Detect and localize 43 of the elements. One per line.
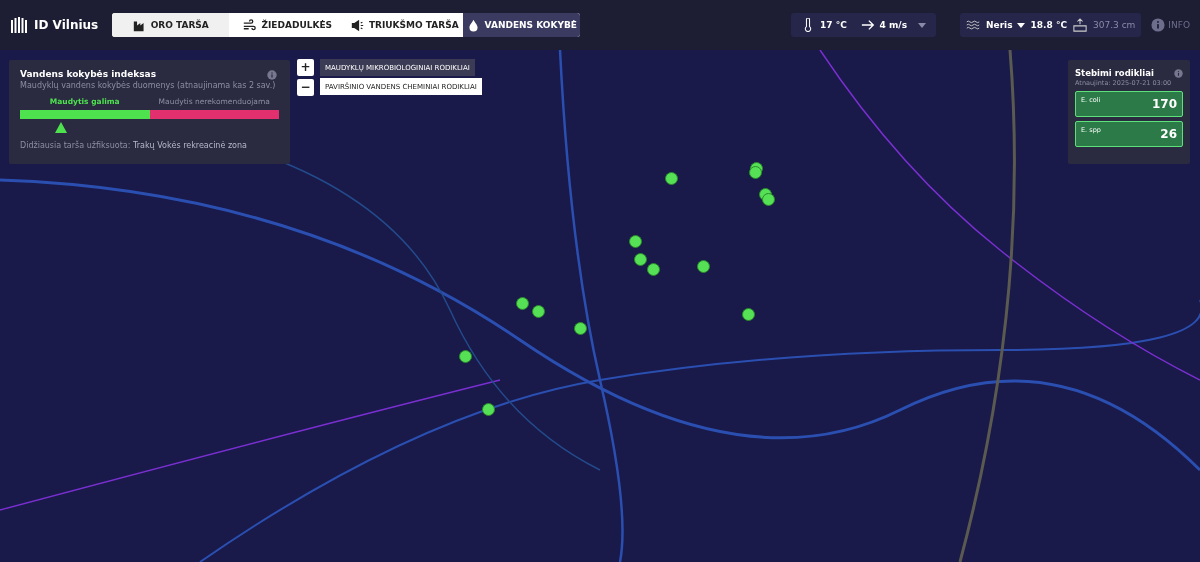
map-marker[interactable] [459,350,472,363]
indicator-value: 170 [1151,97,1177,111]
worst-pollution-text: Didžiausia tarša užfiksuota: Trakų Vokės rekreacinė zona [20,141,248,150]
category-tab[interactable]: ORO TARŠA [112,13,230,37]
info-icon [1151,18,1166,32]
panel-subtitle: Maudyklų vandens kokybės duomenys (atnaujinama kas 2 sav.) [20,81,277,90]
map-marker[interactable] [742,308,755,321]
river-dropdown[interactable]: Neris [986,20,1025,30]
wind-icon [243,18,257,32]
water-temperature: 18.8 °C [1030,20,1067,30]
speaker-icon [350,18,364,32]
map-marker[interactable] [647,263,660,276]
map-marker[interactable] [634,253,647,266]
caret-icon [918,22,926,28]
caret-icon [1016,22,1025,28]
weather-panel[interactable]: 17 °C 4 m/s [791,13,936,37]
wind-value: 4 m/s [879,20,907,30]
brand-name: ID Vilnius [34,18,99,32]
water-level-value: 307.3 cm [1093,20,1136,30]
map-marker[interactable] [665,172,678,185]
waves-icon [966,18,980,32]
category-tab[interactable]: VANDENS KOKYBĖ [463,13,581,37]
map-marker[interactable] [762,193,775,206]
map-marker[interactable] [574,322,587,335]
arrow-right-icon [860,18,875,32]
temperature-value: 17 °C [820,20,847,30]
map-marker[interactable] [516,297,529,310]
factory-icon [132,18,146,32]
indicator-value: 26 [1160,127,1177,141]
map-marker[interactable] [482,403,495,416]
map-marker[interactable] [749,166,762,179]
zoom-out-button[interactable]: − [297,79,314,96]
zoom-in-button[interactable]: + [297,59,314,76]
info-icon[interactable] [1174,68,1183,78]
info-icon[interactable] [267,70,277,80]
map-marker[interactable] [629,235,642,248]
map-marker[interactable] [532,305,545,318]
water-level-icon [1073,18,1087,32]
drop-icon [466,18,480,32]
city-logo-icon [10,16,28,34]
map-marker[interactable] [697,260,710,273]
panel-title: Vandens kokybės indeksas [20,69,157,79]
panel-title: Stebimi rodikliai [1075,68,1154,78]
